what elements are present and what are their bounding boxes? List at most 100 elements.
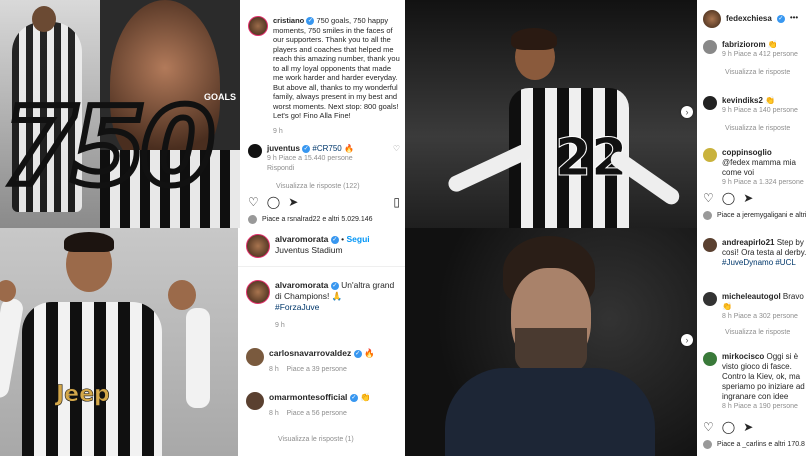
comment-username[interactable]: carlosnavarrovaldez	[269, 348, 351, 358]
avatar[interactable]	[703, 238, 717, 252]
post-cristiano: 750 GOALS cristiano ✓ 750 goals, 750 hap…	[0, 0, 405, 228]
comment-text: @fedex mamma mia come voi	[722, 158, 796, 177]
comment-row: kevindiks2 👏 9 h Piace a 140 persone Vis…	[703, 96, 810, 134]
comment-username[interactable]: omarmontesofficial	[269, 392, 347, 402]
post-photo-chiesa[interactable]: 22 ›	[405, 0, 697, 228]
comment-hashtag[interactable]: #CR750	[312, 144, 341, 153]
avatar	[703, 211, 712, 220]
caption-username[interactable]: alvaromorata	[275, 280, 328, 290]
avatar[interactable]	[248, 144, 262, 158]
avatar[interactable]	[703, 10, 721, 28]
comment-time: 9 h	[267, 155, 277, 162]
verified-icon: ✓	[330, 281, 339, 290]
comment-username[interactable]: mirkocisco	[722, 352, 764, 361]
comment-row: coppinsoglio @fedex mamma mia come voi 9…	[703, 148, 810, 188]
caption-hashtags[interactable]: #JuveDynamo #UCL	[722, 258, 810, 268]
fire-icon: 🔥	[363, 348, 375, 358]
comment-likes[interactable]: Piace a 302 persone	[734, 313, 798, 320]
comment-time: 9 h	[722, 51, 732, 58]
next-arrow-icon[interactable]: ›	[681, 106, 693, 118]
avatar[interactable]	[703, 292, 717, 306]
coach-jacket	[445, 368, 655, 456]
like-icon[interactable]: ♡	[248, 196, 259, 208]
comment-username[interactable]: micheleautogol	[722, 292, 781, 301]
comment-likes[interactable]: Piace a 15.440 persone	[279, 155, 353, 162]
comment-row: omarmontesofficial ✓ 👏 8 h Piace a 56 pe…	[246, 392, 402, 419]
follow-button[interactable]: Segui	[346, 234, 369, 244]
view-replies-link[interactable]: Visualizza le risposte (122)	[276, 182, 360, 192]
comment-likes[interactable]: Piace a 412 persone	[734, 51, 798, 58]
liked-by-text[interactable]: Piace a _carlins e altri 170.8	[717, 440, 805, 450]
avatar[interactable]	[703, 40, 717, 54]
location-link[interactable]: Juventus Stadium	[275, 245, 370, 256]
caption-row: cristiano ✓ 750 goals, 750 happy moments…	[248, 16, 400, 136]
avatar[interactable]	[703, 96, 717, 110]
comment-time: 9 h	[722, 107, 732, 114]
comment-icon[interactable]: ◯	[722, 192, 735, 204]
header-username[interactable]: alvaromorata	[275, 234, 328, 244]
player-jersey	[22, 302, 162, 456]
like-icon[interactable]: ♡	[703, 192, 714, 204]
comment-row: mirkocisco Oggi si è visto gioco di fasc…	[703, 352, 810, 412]
comments-panel-pirlo: andreapirlo21 Step by così! Ora testa al…	[697, 228, 810, 456]
share-icon[interactable]: ➤	[743, 421, 753, 433]
view-replies-link[interactable]: Visualizza le risposte	[725, 68, 810, 78]
caption-username[interactable]: andreapirlo21	[722, 238, 774, 247]
post-header: fedexchiesa ✓ •••	[703, 10, 798, 28]
caption-hashtag[interactable]: #ForzaJuve	[275, 302, 402, 313]
comment-username[interactable]: coppinsoglio	[722, 148, 772, 157]
comment-likes[interactable]: Piace a 56 persone	[287, 410, 347, 417]
view-replies-link[interactable]: Visualizza le risposte (1)	[278, 434, 354, 445]
avatar[interactable]	[248, 16, 268, 36]
comment-likes[interactable]: Piace a 1.324 persone	[734, 179, 804, 186]
avatar[interactable]	[246, 234, 270, 258]
reply-link[interactable]: Rispondi	[267, 164, 388, 174]
caption-time: 9 h	[275, 322, 285, 329]
comment-icon[interactable]: ◯	[722, 421, 735, 433]
more-icon[interactable]: •••	[790, 13, 798, 23]
post-header: alvaromorata ✓ • Segui Juventus Stadium	[246, 234, 402, 258]
player-arm	[186, 308, 210, 408]
praying-hands-emoji: 🙏	[331, 291, 343, 301]
photo-big-number: 750	[0, 85, 218, 211]
next-arrow-icon[interactable]: ›	[681, 334, 693, 346]
caption-username[interactable]: cristiano	[273, 16, 304, 25]
view-replies-link[interactable]: Visualizza le risposte	[725, 328, 810, 338]
post-photo-ronaldo[interactable]: 750 GOALS	[0, 0, 240, 228]
comment-time: 8 h	[269, 366, 279, 373]
avatar[interactable]	[246, 392, 264, 410]
share-icon[interactable]: ➤	[743, 192, 753, 204]
comment-username[interactable]: juventus	[267, 144, 300, 153]
clap-emoji: 👏	[767, 40, 778, 49]
post-photo-morata[interactable]: Jeep	[0, 228, 238, 456]
heart-icon[interactable]: ♡	[393, 144, 400, 154]
comment-likes[interactable]: Piace a 39 persone	[287, 366, 347, 373]
post-pirlo: › andreapirlo21 Step by così! Ora testa …	[405, 228, 810, 456]
like-icon[interactable]: ♡	[703, 421, 714, 433]
bookmark-icon[interactable]: ▯	[393, 196, 400, 208]
comment-username[interactable]: kevindiks2	[722, 96, 763, 105]
header-username[interactable]: fedexchiesa	[726, 14, 772, 24]
view-replies-link[interactable]: Visualizza le risposte	[725, 124, 810, 134]
liked-by-text[interactable]: Piace a rsnalrad22 e altri 5.029.146	[262, 215, 373, 225]
avatar[interactable]	[703, 352, 717, 366]
comment-row: carlosnavarrovaldez ✓ 🔥 8 h Piace a 39 p…	[246, 348, 402, 375]
post-photo-pirlo[interactable]: ›	[405, 228, 697, 456]
caption-row: alvaromorata ✓ Un'altra grand di Champio…	[246, 280, 402, 331]
comment-likes[interactable]: Piace a 140 persone	[734, 107, 798, 114]
caption-time: 9 h	[273, 127, 283, 135]
player-fist	[168, 280, 196, 310]
liked-by-text[interactable]: Piace a jeremygaligani e altri	[717, 211, 807, 221]
avatar[interactable]	[703, 148, 717, 162]
avatar[interactable]	[246, 280, 270, 304]
comment-time: 9 h	[722, 179, 732, 186]
comment-icon[interactable]: ◯	[267, 196, 280, 208]
share-icon[interactable]: ➤	[288, 196, 298, 208]
player-hair	[511, 28, 557, 50]
avatar[interactable]	[246, 348, 264, 366]
action-bar: ♡ ◯ ➤	[703, 421, 753, 433]
comment-likes[interactable]: Piace a 190 persone	[734, 403, 798, 410]
comment-row: juventus ✓ #CR750 🔥 9 h Piace a 15.440 p…	[248, 144, 400, 174]
comment-username[interactable]: fabriziorom	[722, 40, 766, 49]
comments-panel-cristiano: cristiano ✓ 750 goals, 750 happy moments…	[240, 0, 405, 228]
